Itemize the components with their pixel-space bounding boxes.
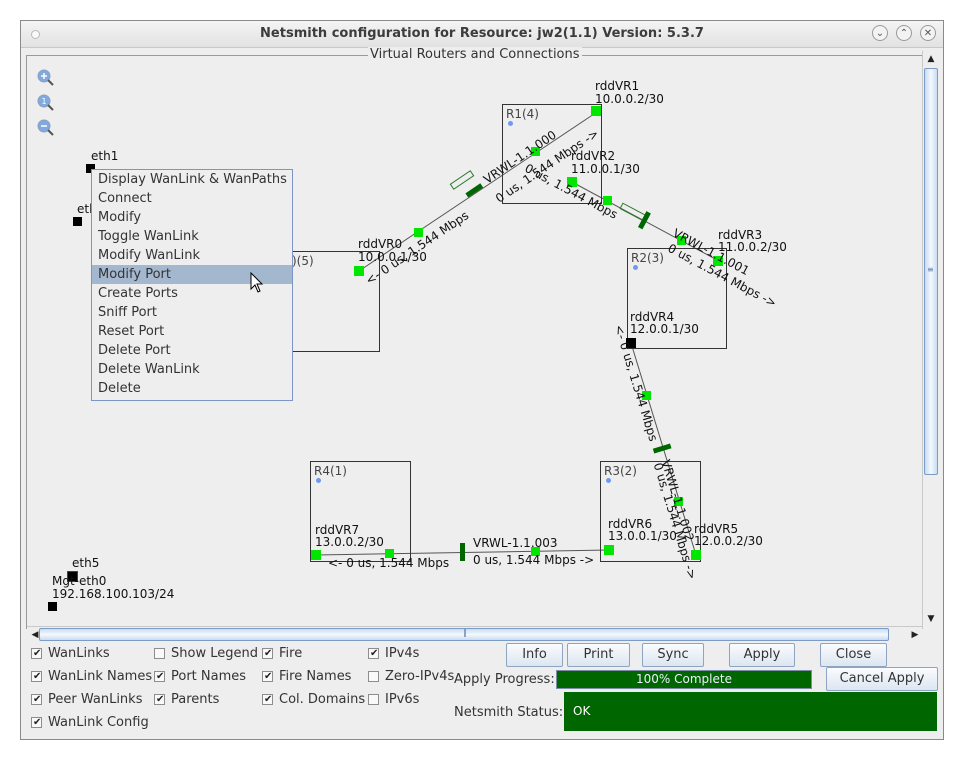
menu-item-delete-port[interactable]: Delete Port <box>92 341 292 360</box>
port-ip-rddvr6: 13.0.0.1/30 <box>608 529 677 543</box>
router-status-dot <box>606 478 611 483</box>
checkbox-label: Peer WanLinks <box>48 692 143 707</box>
menu-item-modify[interactable]: Modify <box>92 208 292 227</box>
menu-item-modify-wanlink[interactable]: Modify WanLink <box>92 246 292 265</box>
chevron-down-icon: ⌄ <box>875 28 885 39</box>
router-label: R4(1) <box>314 464 347 478</box>
scroll-down-icon[interactable]: ▼ <box>923 611 939 627</box>
router-label: R1(4) <box>506 107 539 121</box>
close-icon: ✕ <box>923 28 933 39</box>
maximize-button[interactable]: ⌃ <box>896 25 912 41</box>
menu-item-sniff-port[interactable]: Sniff Port <box>92 303 292 322</box>
port-rddvr6[interactable] <box>604 545 614 555</box>
checkbox-label: Fire Names <box>279 669 352 684</box>
checkbox-label: Parents <box>171 692 220 707</box>
apply-button[interactable]: Apply <box>729 643 795 667</box>
netsmith-status-label: Netsmith Status: <box>454 705 564 720</box>
wanlink-rev-003: <- 0 us, 1.544 Mbps <box>328 556 450 570</box>
checkbox-col-domains[interactable]: ✔ Col. Domains <box>262 692 365 708</box>
apply-progress-label: Apply Progress: <box>454 672 555 687</box>
checkbox-label: Col. Domains <box>279 692 366 707</box>
sync-button[interactable]: Sync <box>642 643 704 667</box>
cancel-apply-button[interactable]: Cancel Apply <box>826 667 938 691</box>
scroll-right-icon[interactable]: ▶ <box>907 627 923 643</box>
checkbox-label: WanLink Names <box>48 669 153 684</box>
port-ip-rddvr4: 12.0.0.1/30 <box>630 322 699 336</box>
checkbox-port-names[interactable]: ✔ Port Names <box>154 669 246 685</box>
checkbox-fire[interactable]: ✔ Fire <box>262 646 302 662</box>
port-ip-mgt: 192.168.100.103/24 <box>52 587 175 601</box>
wanlink-fwd-003: 0 us, 1.544 Mbps -> <box>473 553 595 567</box>
router-label: R3(2) <box>604 464 637 478</box>
checkbox-peer-wanlinks[interactable]: ✔ Peer WanLinks <box>31 692 142 708</box>
checkbox-fire-names[interactable]: ✔ Fire Names <box>262 669 351 685</box>
panel-title: Virtual Routers and Connections <box>368 47 582 62</box>
wanlink-marker-001[interactable] <box>638 211 651 230</box>
minimize-button[interactable]: ⌄ <box>872 25 888 41</box>
menu-item-display-wanlink-wanpaths[interactable]: Display WanLink & WanPaths <box>92 170 292 189</box>
close-window-button[interactable]: ✕ <box>920 25 936 41</box>
checkbox-label: Show Legend <box>171 646 258 661</box>
router-label: R2(3) <box>631 251 664 265</box>
port-rddvr0[interactable] <box>354 266 364 276</box>
netsmith-status-value: OK <box>564 692 937 731</box>
port-ip-rddvr7: 13.0.0.2/30 <box>315 535 384 549</box>
checkbox-wanlink-config[interactable]: ✔ WanLink Config <box>31 715 149 731</box>
mouse-cursor-icon <box>250 272 264 293</box>
port-ip-rddvr1: 10.0.0.2/30 <box>595 92 664 106</box>
port-label-eth5: eth5 <box>72 556 100 570</box>
checkbox-label: Zero-IPv4s <box>385 669 455 684</box>
checkbox-label: Port Names <box>171 669 247 684</box>
menu-item-toggle-wanlink[interactable]: Toggle WanLink <box>92 227 292 246</box>
scroll-up-icon[interactable]: ▲ <box>923 51 939 67</box>
checkbox-parents[interactable]: ✔ Parents <box>154 692 219 708</box>
port-ip-rddvr3: 11.0.0.2/30 <box>718 240 787 254</box>
router-status-dot <box>316 478 321 483</box>
horizontal-scrollbar[interactable]: ◀ ‖ ▶ <box>27 626 922 643</box>
port-ip-rddvr2: 11.0.0.1/30 <box>571 162 640 176</box>
port-eth-partial[interactable] <box>73 217 82 226</box>
router-label: )(5) <box>292 254 314 268</box>
vertical-scroll-thumb[interactable]: ≡ <box>924 68 938 475</box>
print-button[interactable]: Print <box>567 643 630 667</box>
info-button[interactable]: Info <box>506 643 563 667</box>
checkbox-wanlink-names[interactable]: ✔ WanLink Names <box>31 669 152 685</box>
chevron-up-icon: ⌃ <box>899 28 909 39</box>
wanlink-outline-001 <box>619 202 647 222</box>
horizontal-scroll-thumb[interactable]: ‖ <box>39 628 889 641</box>
port-ip-rddvr5: 12.0.0.2/30 <box>694 534 763 548</box>
checkbox-label: Fire <box>279 646 303 661</box>
menu-item-delete-wanlink[interactable]: Delete WanLink <box>92 360 292 379</box>
close-button[interactable]: Close <box>820 643 887 667</box>
title-bar[interactable]: Netsmith configuration for Resource: jw2… <box>21 21 943 48</box>
menu-item-reset-port[interactable]: Reset Port <box>92 322 292 341</box>
router-status-dot <box>508 121 513 126</box>
port-rddvr7[interactable] <box>311 550 321 560</box>
wanlink-marker-003[interactable] <box>460 543 465 561</box>
checkbox-wanlinks[interactable]: ✔ WanLinks <box>31 646 110 662</box>
checkbox-label: WanLinks <box>48 646 110 661</box>
checkbox-label: IPv4s <box>385 646 420 661</box>
port-rddvr1[interactable] <box>591 106 601 116</box>
checkbox-label: IPv6s <box>385 692 420 707</box>
checkbox-label: WanLink Config <box>48 715 149 730</box>
checkbox-ipv6s[interactable]: IPv6s <box>368 692 419 708</box>
menu-item-delete[interactable]: Delete <box>92 379 292 398</box>
wanlink-outline-000 <box>449 170 475 190</box>
wanlink-name-003: VRWL-1.1.003 <box>473 536 558 550</box>
port-mgt-eth0[interactable] <box>48 602 57 611</box>
checkbox-zero-ipv4s[interactable]: Zero-IPv4s <box>368 669 454 685</box>
menu-item-connect[interactable]: Connect <box>92 189 292 208</box>
vertical-scrollbar[interactable]: ▲ ≡ ▼ <box>922 51 939 629</box>
window-title: Netsmith configuration for Resource: jw2… <box>260 26 704 41</box>
apply-progress-bar: 100% Complete <box>556 670 812 689</box>
checkbox-show-legend[interactable]: Show Legend <box>154 646 258 662</box>
checkbox-ipv4s[interactable]: ✔ IPv4s <box>368 646 419 662</box>
router-status-dot <box>633 265 638 270</box>
port-label-eth1: eth1 <box>91 149 119 163</box>
